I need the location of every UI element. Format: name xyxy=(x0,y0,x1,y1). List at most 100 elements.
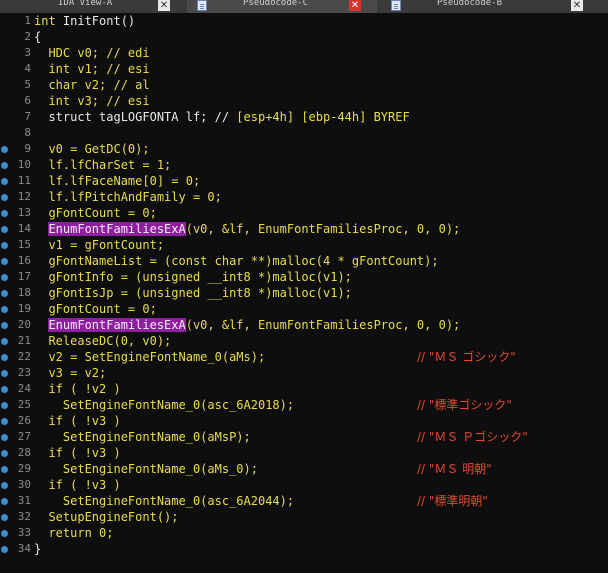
highlighted-identifier[interactable]: EnumFontFamiliesExA xyxy=(48,318,186,332)
line-number: 2 xyxy=(24,30,31,43)
breakpoint-dot-icon[interactable] xyxy=(1,450,8,457)
breakpoint-dot-icon[interactable] xyxy=(1,498,8,505)
line-number: 18 xyxy=(17,286,31,299)
code-token: )malloc(4 * gFontCount); xyxy=(265,254,439,268)
breakpoint-dot-icon[interactable] xyxy=(1,178,8,185)
code-line[interactable]: 1 int InitFont() xyxy=(0,13,608,29)
code-line[interactable]: 25 SetEngineFontName_0(asc_6A2018); // "標… xyxy=(0,397,608,413)
line-number: 31 xyxy=(17,494,31,507)
breakpoint-dot-icon[interactable] xyxy=(1,258,8,265)
code-line[interactable]: 31 SetEngineFontName_0(asc_6A2044); // "標… xyxy=(0,493,608,509)
code-line[interactable]: 13 gFontCount = 0; xyxy=(0,205,608,221)
code-token: )malloc(v1); xyxy=(265,270,352,284)
code-text: SetEngineFontName_0(asc_6A2044); xyxy=(34,493,294,509)
breakpoint-dot-icon[interactable] xyxy=(1,514,8,521)
line-number: 15 xyxy=(17,238,31,251)
breakpoint-dot-icon[interactable] xyxy=(1,482,8,489)
code-text: if ( !v3 ) xyxy=(34,477,121,493)
breakpoint-dot-icon[interactable] xyxy=(1,434,8,441)
code-line[interactable]: 26 if ( !v3 ) xyxy=(0,413,608,429)
code-line[interactable]: 3 HDC v0; // edi xyxy=(0,45,608,61)
line-number: 13 xyxy=(17,206,31,219)
breakpoint-dot-icon[interactable] xyxy=(1,466,8,473)
code-token: if ( !v2 ) xyxy=(34,382,121,396)
tab-pseudocode-c[interactable]: Pseudocode-C ✕ xyxy=(187,0,377,13)
tab-bar: IDA View-A ✕ Pseudocode-C ✕ Pseudocode-B… xyxy=(0,0,608,13)
code-line[interactable]: 30 if ( !v3 ) xyxy=(0,477,608,493)
breakpoint-dot-icon[interactable] xyxy=(1,146,8,153)
close-icon[interactable]: ✕ xyxy=(571,0,583,11)
code-line[interactable]: 15 v1 = gFontCount; xyxy=(0,237,608,253)
code-line[interactable]: 12 lf.lfPitchAndFamily = 0; xyxy=(0,189,608,205)
line-number: 21 xyxy=(17,334,31,347)
code-line[interactable]: 9 v0 = GetDC(0); xyxy=(0,141,608,157)
code-token: ReleaseDC(0, v0); xyxy=(34,334,172,348)
code-line[interactable]: 7 struct tagLOGFONTA lf; // [esp+4h] [eb… xyxy=(0,109,608,125)
code-line[interactable]: 28 if ( !v3 ) xyxy=(0,445,608,461)
line-number: 34 xyxy=(17,542,31,555)
breakpoint-dot-icon[interactable] xyxy=(1,290,8,297)
breakpoint-dot-icon[interactable] xyxy=(1,274,8,281)
breakpoint-dot-icon[interactable] xyxy=(1,210,8,217)
breakpoint-dot-icon[interactable] xyxy=(1,242,8,249)
code-line[interactable]: 18 gFontIsJp = (unsigned __int8 *)malloc… xyxy=(0,285,608,301)
code-line[interactable]: 29 SetEngineFontName_0(aMs_0); // "ＭＳ 明朝" xyxy=(0,461,608,477)
code-line[interactable]: 8 xyxy=(0,125,608,141)
code-token: if ( !v3 ) xyxy=(34,446,121,460)
pseudocode-view[interactable]: 1 int InitFont() 2{3 HDC v0; // edi 4 int v… xyxy=(0,13,608,573)
tab-label: Pseudocode-B xyxy=(437,0,503,8)
code-line[interactable]: 5 char v2; // al xyxy=(0,77,608,93)
line-number: 17 xyxy=(17,270,31,283)
line-number: 28 xyxy=(17,446,31,459)
code-line[interactable]: 22 v2 = SetEngineFontName_0(aMs); // "ＭＳ … xyxy=(0,349,608,365)
code-line[interactable]: 33 return 0; xyxy=(0,525,608,541)
code-line[interactable]: 10 lf.lfCharSet = 1; xyxy=(0,157,608,173)
breakpoint-dot-icon[interactable] xyxy=(1,306,8,313)
breakpoint-dot-icon[interactable] xyxy=(1,162,8,169)
breakpoint-dot-icon[interactable] xyxy=(1,370,8,377)
line-number: 12 xyxy=(17,190,31,203)
breakpoint-dot-icon[interactable] xyxy=(1,322,8,329)
code-line[interactable]: 23 v3 = v2; xyxy=(0,365,608,381)
breakpoint-dot-icon[interactable] xyxy=(1,530,8,537)
code-token: if ( !v3 ) xyxy=(34,478,121,492)
code-token: struct tagLOGFONTA lf; // xyxy=(34,110,237,124)
breakpoint-dot-icon[interactable] xyxy=(1,386,8,393)
code-token: v3 = v2; xyxy=(34,366,107,380)
breakpoint-dot-icon[interactable] xyxy=(1,402,8,409)
code-line[interactable]: 27 SetEngineFontName_0(aMsP); // "ＭＳ Ｐゴシッ… xyxy=(0,429,608,445)
code-comment: // "ＭＳ Ｐゴシック" xyxy=(417,430,528,444)
tab-ida-view-a[interactable]: IDA View-A ✕ xyxy=(0,0,187,13)
breakpoint-dot-icon[interactable] xyxy=(1,226,8,233)
code-line[interactable]: 32 SetupEngineFont(); xyxy=(0,509,608,525)
breakpoint-dot-icon[interactable] xyxy=(1,418,8,425)
code-line[interactable]: 19 gFontCount = 0; xyxy=(0,301,608,317)
code-token: char v2; // al xyxy=(34,78,150,92)
code-line[interactable]: 16 gFontNameList = (const char **)malloc… xyxy=(0,253,608,269)
code-line[interactable]: 20 EnumFontFamiliesExA(v0, &lf, EnumFont… xyxy=(0,317,608,333)
code-line[interactable]: 14 EnumFontFamiliesExA(v0, &lf, EnumFont… xyxy=(0,221,608,237)
code-line[interactable]: 21 ReleaseDC(0, v0); xyxy=(0,333,608,349)
highlighted-identifier[interactable]: EnumFontFamiliesExA xyxy=(48,222,186,236)
code-line[interactable]: 34} xyxy=(0,541,608,557)
close-icon[interactable]: ✕ xyxy=(349,0,361,11)
code-line[interactable]: 11 lf.lfFaceName[0] = 0; xyxy=(0,173,608,189)
code-token: unsigned __int8 * xyxy=(142,270,266,284)
code-line[interactable]: 6 int v3; // esi xyxy=(0,93,608,109)
line-number: 9 xyxy=(24,142,31,155)
code-line[interactable]: 4 int v1; // esi xyxy=(0,61,608,77)
breakpoint-dot-icon[interactable] xyxy=(1,546,8,553)
code-token: gFontNameList = ( xyxy=(34,254,172,268)
code-token: v0 = GetDC(0); xyxy=(34,142,150,156)
breakpoint-dot-icon[interactable] xyxy=(1,354,8,361)
breakpoint-dot-icon[interactable] xyxy=(1,338,8,345)
breakpoint-dot-icon[interactable] xyxy=(1,194,8,201)
line-number: 1 xyxy=(24,14,31,27)
code-token: SetEngineFontName_0(aMs_0); xyxy=(34,462,258,476)
code-line[interactable]: 2{ xyxy=(0,29,608,45)
code-line[interactable]: 24 if ( !v2 ) xyxy=(0,381,608,397)
tab-pseudocode-b[interactable]: Pseudocode-B ✕ xyxy=(377,0,608,13)
code-line[interactable]: 17 gFontInfo = (unsigned __int8 *)malloc… xyxy=(0,269,608,285)
close-icon[interactable]: ✕ xyxy=(158,0,170,11)
